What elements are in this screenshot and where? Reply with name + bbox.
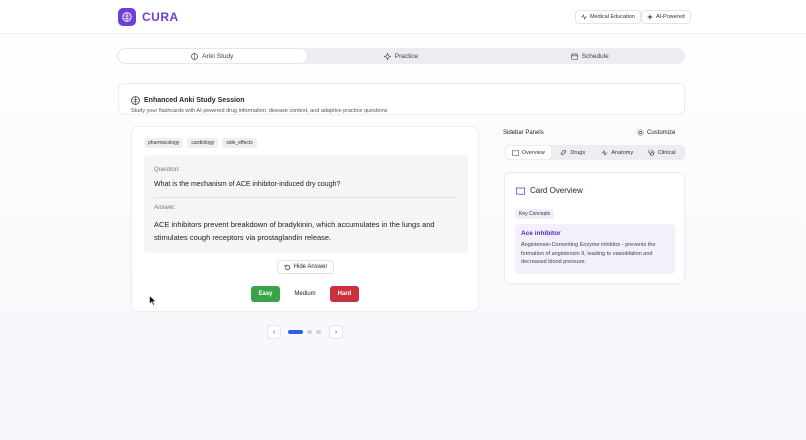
prev-card-button[interactable]: ‹	[267, 325, 281, 339]
concept-card: Ace inhibitor Angiotensin-Converting Enz…	[515, 224, 675, 274]
app-header: CURA Medical Education AI-Powered	[0, 0, 806, 34]
pager-dot[interactable]	[307, 330, 312, 334]
question-label: Question:	[154, 167, 180, 173]
card-overview-title: Card Overview	[516, 186, 583, 195]
pager-dot-active[interactable]	[288, 330, 303, 334]
next-card-button[interactable]: ›	[329, 325, 343, 339]
answer-text: ACE inhibitors prevent breakdown of brad…	[154, 220, 435, 242]
tab-label: Schedule	[581, 52, 609, 60]
sidebar-tabs: Overview Drugs Anatomy Clinical	[505, 145, 685, 160]
flashcard: pharmacology cardiology side_effects Que…	[131, 126, 479, 312]
hide-answer-label: Hide Answer	[293, 264, 328, 270]
tab-schedule[interactable]: Schedule	[495, 49, 684, 63]
sidebar-tab-overview[interactable]: Overview	[506, 146, 551, 159]
main-tabs: Anki Study Practice Schedule	[117, 48, 685, 64]
answer-label: Answer:	[154, 205, 176, 211]
session-title-text: Enhanced Anki Study Session	[144, 97, 245, 104]
rotate-icon	[284, 264, 291, 271]
stethoscope-icon	[648, 149, 655, 156]
tab-label: Anatomy	[611, 149, 634, 156]
tab-label: Practice	[394, 52, 419, 60]
tab-label: Anki Study	[202, 52, 234, 60]
book-icon	[516, 187, 525, 195]
tab-label: Overview	[521, 149, 545, 156]
pill-icon	[560, 149, 567, 156]
app-name: CURA	[142, 10, 179, 24]
ai-powered-badge: AI-Powered	[641, 10, 691, 24]
sidebar-tab-drugs[interactable]: Drugs	[551, 146, 596, 159]
badge-label: AI-Powered	[656, 14, 685, 20]
brain-icon	[131, 96, 140, 105]
brain-logo-icon	[118, 8, 136, 26]
badge-label: Medical Education	[590, 14, 635, 20]
card-overview-panel: Card Overview Key Concepts Ace inhibitor…	[504, 172, 685, 284]
sidebar-tab-anatomy[interactable]: Anatomy	[595, 146, 640, 159]
tab-practice[interactable]: Practice	[307, 49, 496, 63]
pager-dot[interactable]	[316, 330, 321, 334]
sparkles-icon	[383, 52, 391, 60]
gear-icon	[637, 129, 644, 136]
customize-button[interactable]: Customize	[637, 129, 675, 136]
hard-button[interactable]: Hard	[330, 286, 359, 302]
concept-name: Ace inhibitor	[521, 230, 561, 237]
qa-divider	[154, 197, 458, 198]
tag-side-effects: side_effects	[222, 138, 257, 148]
tab-label: Drugs	[570, 149, 586, 156]
brain-icon	[191, 52, 199, 60]
tab-label: Clinical	[657, 149, 676, 156]
tag-cardiology: cardiology	[187, 138, 219, 148]
medium-button[interactable]: Medium	[285, 286, 325, 302]
easy-button[interactable]: Easy	[251, 286, 280, 302]
book-icon	[511, 149, 519, 156]
tag-pharmacology: pharmacology	[144, 138, 184, 148]
pulse-icon	[581, 14, 587, 20]
key-concepts-badge: Key Concepts	[515, 209, 555, 219]
card-tags: pharmacology cardiology side_effects	[144, 138, 257, 148]
question-text: What is the mechanism of ACE inhibitor-i…	[154, 181, 341, 188]
sidebar-tab-clinical[interactable]: Clinical	[640, 146, 685, 159]
pulse-icon	[601, 149, 608, 156]
medical-education-badge: Medical Education	[575, 10, 641, 24]
hide-answer-button[interactable]: Hide Answer	[277, 260, 334, 274]
tab-anki-study[interactable]: Anki Study	[118, 49, 307, 63]
session-title: Enhanced Anki Study Session	[131, 96, 245, 105]
sparkles-icon	[647, 14, 653, 20]
calendar-icon	[570, 52, 578, 60]
session-subtitle: Study your flashcards with AI-powered dr…	[131, 108, 388, 114]
mouse-cursor-icon	[149, 295, 157, 306]
sidebar-title: Sidebar Panels	[503, 130, 544, 136]
session-panel: Enhanced Anki Study Session Study your f…	[118, 83, 685, 115]
card-overview-title-text: Card Overview	[530, 186, 583, 195]
customize-label: Customize	[647, 129, 676, 136]
concept-description: Angiotensin-Converting Enzyme inhibitor …	[521, 242, 656, 265]
question-answer-box: Question: What is the mechanism of ACE i…	[144, 155, 468, 253]
